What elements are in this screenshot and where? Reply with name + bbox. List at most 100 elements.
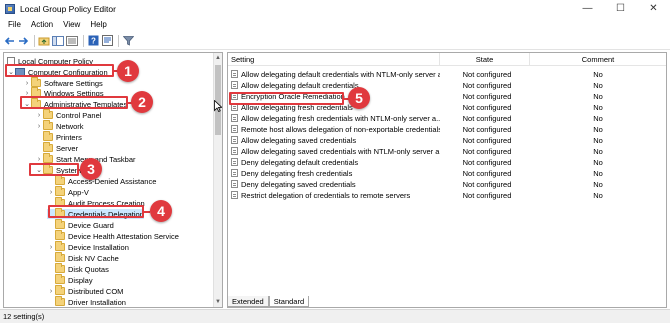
tree-item-label: Control Panel <box>56 110 102 120</box>
tree-item-device-health-attestation-service[interactable]: Device Health Attestation Service <box>47 230 179 241</box>
setting-state: Not configured <box>462 113 512 123</box>
setting-comment: No <box>593 135 603 145</box>
chevron-right-icon[interactable]: › <box>35 110 43 120</box>
list-header: Setting State Comment <box>228 53 666 66</box>
maximize-button[interactable]: ☐ <box>604 0 637 17</box>
folder-icon <box>55 219 65 229</box>
column-header-state[interactable]: State <box>440 53 530 66</box>
chevron-right-icon[interactable]: › <box>35 121 43 131</box>
window-controls: — ☐ ✕ <box>571 0 670 17</box>
folder-icon <box>55 230 65 240</box>
setting-name: Allow delegating default credentials <box>241 80 359 90</box>
chevron-right-icon[interactable]: › <box>47 286 55 296</box>
menu-file[interactable]: File <box>3 20 26 29</box>
forward-icon[interactable] <box>17 35 29 47</box>
menu-view[interactable]: View <box>58 20 85 29</box>
group-policy-app-icon <box>5 3 15 14</box>
toolbar-separator <box>118 34 119 47</box>
tab-standard[interactable]: Standard <box>268 296 310 307</box>
setting-comment: No <box>593 146 603 156</box>
column-header-setting[interactable]: Setting <box>228 53 440 66</box>
table-row[interactable]: Restrict delegation of credentials to re… <box>228 190 666 200</box>
tree-item-distributed-com[interactable]: › Distributed COM <box>47 285 124 296</box>
setting-name: Allow delegating fresh credentials with … <box>241 113 440 123</box>
menu-action[interactable]: Action <box>26 20 58 29</box>
setting-comment: No <box>593 157 603 167</box>
tree-item-driver-installation[interactable]: Driver Installation <box>47 296 126 307</box>
folder-icon <box>55 186 65 196</box>
show-hide-tree-icon[interactable] <box>52 35 64 47</box>
tree-item-access-denied-assistance[interactable]: Access-Denied Assistance <box>47 175 156 186</box>
table-row[interactable]: Remote host allows delegation of non-exp… <box>228 124 666 134</box>
filter-icon[interactable] <box>122 35 134 47</box>
scroll-down-icon[interactable]: ▼ <box>214 297 222 307</box>
back-icon[interactable] <box>3 35 15 47</box>
chevron-right-icon[interactable]: › <box>47 187 55 197</box>
tree-item-printers[interactable]: Printers <box>35 131 82 142</box>
tree-item-network[interactable]: › Network <box>35 120 84 131</box>
setting-comment: No <box>593 91 603 101</box>
table-row[interactable]: Deny delegating saved credentials Not co… <box>228 179 666 189</box>
setting-state: Not configured <box>462 168 512 178</box>
folder-icon <box>43 142 53 152</box>
policy-setting-icon <box>231 147 238 155</box>
close-button[interactable]: ✕ <box>637 0 670 17</box>
setting-state: Not configured <box>462 102 512 112</box>
folder-icon <box>43 120 53 130</box>
tree-item-label: Display <box>68 275 93 285</box>
tree-pane[interactable]: Local Computer Policy ⌄ Computer Configu… <box>3 52 223 308</box>
callout-badge-2: 2 <box>131 91 153 113</box>
properties-icon[interactable] <box>101 35 113 47</box>
setting-name: Allow delegating saved credentials with … <box>241 146 440 156</box>
setting-comment: No <box>593 124 603 134</box>
table-row[interactable]: Allow delegating saved credentials with … <box>228 146 666 156</box>
column-header-comment[interactable]: Comment <box>530 53 666 66</box>
export-list-icon[interactable] <box>66 35 78 47</box>
folder-up-icon[interactable] <box>38 35 50 47</box>
table-row[interactable]: Allow delegating fresh credentials with … <box>228 113 666 123</box>
tree-item-app-v[interactable]: › App-V <box>47 186 89 197</box>
setting-name: Restrict delegation of credentials to re… <box>241 190 411 200</box>
tab-extended[interactable]: Extended <box>227 296 269 307</box>
tree-item-disk-nv-cache[interactable]: Disk NV Cache <box>47 252 119 263</box>
tree-item-server[interactable]: Server <box>35 142 78 153</box>
tree-item-label: App-V <box>68 187 89 197</box>
menu-help[interactable]: Help <box>85 20 111 29</box>
tree-item-display[interactable]: Display <box>47 274 93 285</box>
setting-name: Deny delegating default credentials <box>241 157 359 167</box>
tree-item-label: Disk NV Cache <box>68 253 119 263</box>
svg-text:?: ? <box>91 37 96 46</box>
settings-list-pane[interactable]: Setting State Comment Allow delegating d… <box>227 52 667 308</box>
scroll-up-icon[interactable]: ▲ <box>214 53 222 63</box>
table-row[interactable]: Allow delegating saved credentials Not c… <box>228 135 666 145</box>
chevron-right-icon[interactable]: › <box>23 78 31 88</box>
tree-vertical-scrollbar[interactable]: ▲ ▼ <box>213 53 222 307</box>
tree-item-disk-quotas[interactable]: Disk Quotas <box>47 263 109 274</box>
table-row[interactable]: Allow delegating default credentials Not… <box>228 80 666 90</box>
folder-icon <box>55 252 65 262</box>
setting-comment: No <box>593 168 603 178</box>
chevron-right-icon[interactable]: › <box>47 242 55 252</box>
tree-item-label: Distributed COM <box>68 286 124 296</box>
tree-item-label: Device Guard <box>68 220 114 230</box>
minimize-button[interactable]: — <box>571 0 604 17</box>
tree-item-device-guard[interactable]: Device Guard <box>47 219 114 230</box>
policy-setting-icon <box>231 81 238 89</box>
tree-item-control-panel[interactable]: › Control Panel <box>35 109 102 120</box>
setting-state: Not configured <box>462 135 512 145</box>
table-row[interactable]: Allow delegating default credentials wit… <box>228 69 666 79</box>
highlight-administrative-templates <box>20 96 128 109</box>
view-tabs: Extended Standard <box>227 296 310 308</box>
folder-icon <box>55 296 65 306</box>
folder-icon <box>55 285 65 295</box>
table-row[interactable]: Deny delegating fresh credentials Not co… <box>228 168 666 178</box>
table-row[interactable]: Deny delegating default credentials Not … <box>228 157 666 167</box>
tree-item-device-installation[interactable]: › Device Installation <box>47 241 129 252</box>
menu-bar: File Action View Help <box>0 17 670 32</box>
help-icon[interactable]: ? <box>87 35 99 47</box>
highlight-credentials-delegation <box>48 205 144 218</box>
